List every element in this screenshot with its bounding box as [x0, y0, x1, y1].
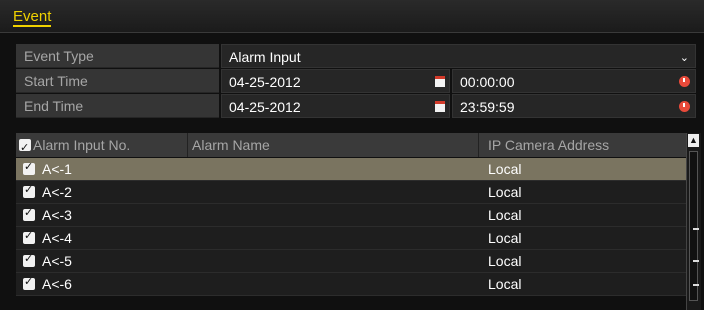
- chevron-down-icon[interactable]: ⌄: [680, 46, 689, 70]
- scrollbar-tick: [693, 260, 699, 262]
- table-row[interactable]: A<-3 Local: [16, 204, 686, 227]
- ip-camera-address-cell: Local: [488, 184, 522, 200]
- table-row[interactable]: A<-1 Local: [16, 158, 686, 181]
- alarm-input-no-cell: A<-4: [42, 230, 72, 246]
- alarm-input-no-cell: A<-1: [42, 161, 72, 177]
- end-time-label: End Time: [16, 94, 219, 118]
- event-type-select[interactable]: Alarm Input ⌄: [221, 44, 696, 68]
- start-time-row: Start Time 04-25-2012 00:00:00: [16, 69, 696, 94]
- row-checkbox[interactable]: [23, 229, 35, 244]
- alarm-input-no-cell: A<-6: [42, 276, 72, 292]
- alarm-input-no-cell: A<-3: [42, 207, 72, 223]
- row-checkbox[interactable]: [23, 206, 35, 221]
- start-date-field[interactable]: 04-25-2012: [221, 69, 450, 93]
- ip-camera-address-cell: Local: [488, 276, 522, 292]
- calendar-icon[interactable]: [435, 76, 445, 87]
- alarm-input-no-cell: A<-5: [42, 253, 72, 269]
- row-checkbox[interactable]: [23, 252, 35, 267]
- table-header: Alarm Input No. Alarm Name IP Camera Add…: [16, 133, 686, 160]
- start-date-value: 04-25-2012: [229, 74, 301, 90]
- table-row[interactable]: A<-6 Local: [16, 273, 686, 296]
- row-checkbox[interactable]: [23, 160, 35, 175]
- end-time-value: 23:59:59: [460, 99, 515, 115]
- scrollbar-tick: [693, 228, 699, 230]
- ip-camera-address-cell: Local: [488, 230, 522, 246]
- end-time-field[interactable]: 23:59:59: [452, 94, 696, 118]
- end-date-value: 04-25-2012: [229, 99, 301, 115]
- calendar-icon[interactable]: [435, 101, 445, 112]
- clock-icon[interactable]: [679, 101, 690, 112]
- scrollbar-thumb[interactable]: [689, 151, 699, 301]
- event-type-row: Event Type Alarm Input ⌄: [16, 44, 696, 69]
- end-time-row: End Time 04-25-2012 23:59:59: [16, 94, 696, 119]
- scroll-up-icon[interactable]: ▲: [688, 134, 699, 147]
- start-time-label: Start Time: [16, 69, 219, 93]
- tab-event[interactable]: Event: [13, 8, 52, 27]
- start-time-value: 00:00:00: [460, 74, 515, 90]
- column-header-alarm-name: Alarm Name: [188, 133, 479, 157]
- clock-icon[interactable]: [679, 76, 690, 87]
- select-all-checkbox[interactable]: [19, 136, 31, 160]
- alarm-input-no-cell: A<-2: [42, 184, 72, 200]
- scrollbar-tick: [693, 284, 699, 286]
- column-header-alarm-input-no: Alarm Input No.: [16, 133, 188, 160]
- event-type-value: Alarm Input: [229, 49, 301, 65]
- table-row[interactable]: A<-4 Local: [16, 227, 686, 250]
- row-checkbox[interactable]: [23, 183, 35, 198]
- column-header-ip-camera-address: IP Camera Address: [488, 137, 610, 153]
- start-time-field[interactable]: 00:00:00: [452, 69, 696, 93]
- table-row[interactable]: A<-2 Local: [16, 181, 686, 204]
- alarm-input-table: Alarm Input No. Alarm Name IP Camera Add…: [16, 133, 701, 310]
- tab-bar: Event: [0, 0, 704, 33]
- event-type-label: Event Type: [16, 44, 219, 68]
- ip-camera-address-cell: Local: [488, 253, 522, 269]
- end-date-field[interactable]: 04-25-2012: [221, 94, 450, 118]
- row-checkbox[interactable]: [23, 275, 35, 290]
- table-row[interactable]: A<-5 Local: [16, 250, 686, 273]
- ip-camera-address-cell: Local: [488, 161, 522, 177]
- ip-camera-address-cell: Local: [488, 207, 522, 223]
- scrollbar[interactable]: ▲: [686, 133, 701, 310]
